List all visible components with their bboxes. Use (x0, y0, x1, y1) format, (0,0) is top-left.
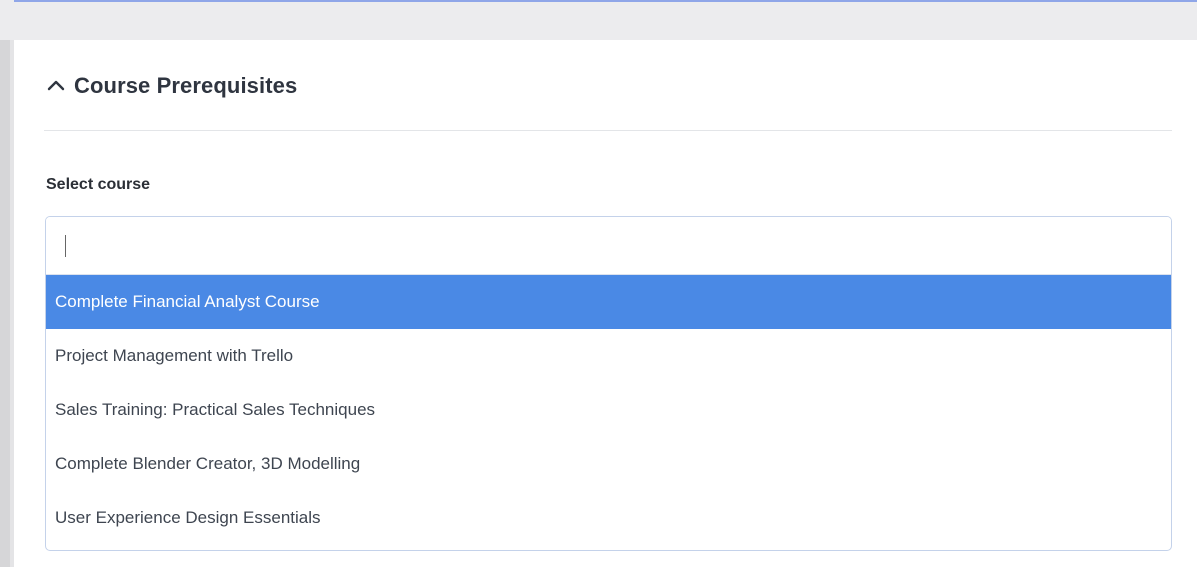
left-gutter (0, 40, 10, 567)
section-divider (44, 130, 1172, 131)
section-title: Course Prerequisites (74, 73, 298, 98)
course-options-list: Complete Financial Analyst Course Projec… (46, 275, 1171, 545)
prerequisites-panel: Course Prerequisites Select course Compl… (14, 40, 1197, 567)
course-option[interactable]: Complete Blender Creator, 3D Modelling (46, 437, 1171, 491)
section-toggle[interactable]: Course Prerequisites (46, 68, 297, 104)
course-option[interactable]: Sales Training: Practical Sales Techniqu… (46, 383, 1171, 437)
top-accent-line (14, 0, 1197, 2)
course-option[interactable]: User Experience Design Essentials (46, 491, 1171, 545)
course-option[interactable]: Complete Financial Analyst Course (46, 275, 1171, 329)
course-option[interactable]: Project Management with Trello (46, 329, 1171, 383)
select-course-label: Select course (46, 176, 151, 193)
text-caret (65, 235, 66, 257)
chevron-up-icon[interactable] (46, 76, 66, 96)
course-search-input[interactable] (46, 217, 1171, 275)
course-combobox: Complete Financial Analyst Course Projec… (45, 216, 1172, 551)
top-band (0, 0, 1197, 40)
